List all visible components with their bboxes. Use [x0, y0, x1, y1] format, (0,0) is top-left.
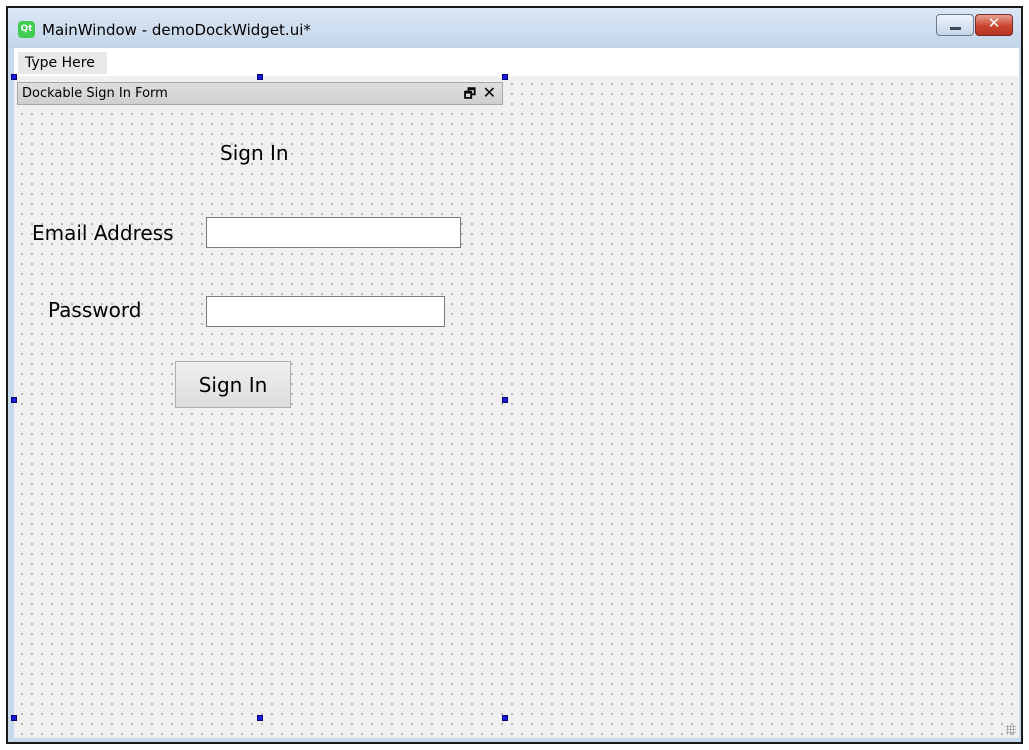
sign-in-heading: Sign In [220, 141, 289, 165]
selection-handle-left[interactable] [11, 397, 17, 403]
menu-type-here[interactable]: Type Here [18, 52, 107, 74]
sign-in-button[interactable]: Sign In [175, 361, 291, 408]
selection-handle-top[interactable] [257, 74, 263, 80]
selection-handle-top-left[interactable] [11, 74, 17, 80]
selection-handle-top-right[interactable] [502, 74, 508, 80]
email-label: Email Address [32, 221, 174, 245]
title-bar[interactable]: Qt MainWindow - demoDockWidget.ui* ✕ [8, 8, 1021, 48]
size-grip-icon[interactable] [1006, 725, 1016, 735]
dock-widget-titlebar[interactable]: Dockable Sign In Form 🗗 ✕ [17, 82, 503, 105]
email-field[interactable] [206, 217, 461, 248]
dock-close-icon[interactable]: ✕ [483, 83, 496, 102]
float-icon[interactable]: 🗗 [464, 85, 476, 107]
menu-bar: Type Here [14, 48, 1019, 76]
qt-logo-icon: Qt [18, 21, 35, 38]
selection-handle-right[interactable] [502, 397, 508, 403]
selection-handle-bottom-left[interactable] [11, 715, 17, 721]
main-window: Qt MainWindow - demoDockWidget.ui* ✕ Typ… [6, 6, 1023, 744]
minimize-button[interactable] [936, 14, 974, 36]
window-title: MainWindow - demoDockWidget.ui* [42, 21, 311, 39]
password-field[interactable] [206, 296, 445, 327]
client-area: Type Here Dockable Sign In Form 🗗 ✕ Sign… [11, 48, 1019, 738]
close-button[interactable]: ✕ [975, 14, 1013, 36]
dock-widget-title: Dockable Sign In Form [22, 86, 168, 101]
selection-handle-bottom-right[interactable] [502, 715, 508, 721]
close-icon: ✕ [987, 14, 1001, 32]
password-label: Password [48, 298, 142, 322]
design-canvas[interactable]: Dockable Sign In Form 🗗 ✕ Sign In Email … [11, 74, 1019, 738]
selection-handle-bottom[interactable] [257, 715, 263, 721]
